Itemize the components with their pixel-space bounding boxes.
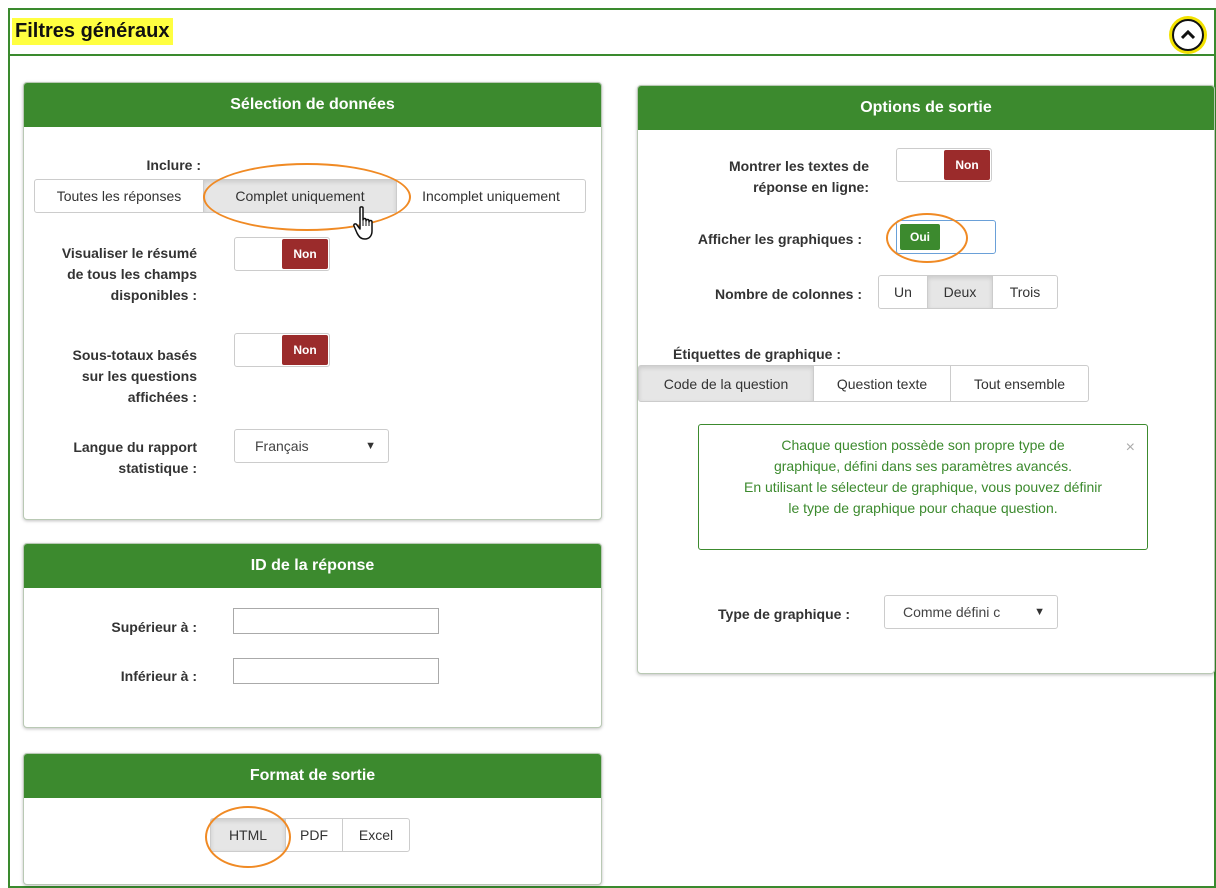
less-than-input[interactable] <box>233 658 439 684</box>
panel-title: ID de la réponse <box>24 544 601 588</box>
panel-title: Format de sortie <box>24 754 601 798</box>
subtotals-label-line-3: affichées : <box>127 389 197 405</box>
graph-labels-all-button[interactable]: Tout ensemble <box>950 365 1089 402</box>
toggle-state: Oui <box>900 224 940 250</box>
summary-label-line-2: de tous les champs <box>67 266 197 282</box>
graph-type-select-value: Comme défini c <box>903 604 1001 620</box>
toggle-state: Non <box>282 335 328 365</box>
columns-button-group: Un Deux Trois <box>878 275 1058 309</box>
format-html-button[interactable]: HTML <box>210 818 286 852</box>
page-title: Filtres généraux <box>12 18 173 45</box>
hand-cursor-icon <box>352 206 380 247</box>
show-graphs-label: Afficher les graphiques : <box>697 231 862 247</box>
graph-labels-button-group: Code de la question Question texte Tout … <box>638 365 1089 402</box>
show-graphs-toggle[interactable]: Oui <box>896 220 996 254</box>
graph-type-label: Type de graphique : <box>718 606 850 622</box>
info-line-1: Chaque question possède son propre type … <box>781 437 1065 453</box>
output-format-panel: Format de sortie HTML PDF Excel <box>23 753 602 885</box>
info-line-2: graphique, défini dans ses paramètres av… <box>773 458 1073 474</box>
greater-than-input[interactable] <box>233 608 439 634</box>
graph-labels-text-button[interactable]: Question texte <box>813 365 951 402</box>
include-incomplete-button[interactable]: Incomplet uniquement <box>396 179 586 213</box>
columns-three-button[interactable]: Trois <box>992 275 1058 309</box>
response-id-panel: ID de la réponse Supérieur à : Inférieur… <box>23 543 602 728</box>
subtotals-toggle[interactable]: Non <box>234 333 330 367</box>
greater-than-label: Supérieur à : <box>111 619 197 635</box>
language-label-line-1: Langue du rapport <box>73 439 197 455</box>
format-pdf-button[interactable]: PDF <box>285 818 343 852</box>
subtotals-label-line-1: Sous-totaux basés <box>72 347 197 363</box>
panel-title: Options de sortie <box>638 86 1214 130</box>
summary-label-line-3: disponibles : <box>110 287 197 303</box>
info-line-3: En utilisant le sélecteur de graphique, … <box>744 479 1102 495</box>
language-select-value: Français <box>255 438 309 454</box>
language-select[interactable]: Français ▼ <box>234 429 389 463</box>
caret-down-icon: ▼ <box>365 440 376 452</box>
include-all-button[interactable]: Toutes les réponses <box>34 179 204 213</box>
toggle-state: Non <box>944 150 990 180</box>
chevron-up-icon <box>1180 27 1196 43</box>
include-label: Inclure : <box>146 157 201 173</box>
caret-down-icon: ▼ <box>1034 606 1045 618</box>
columns-label: Nombre de colonnes : <box>714 286 862 302</box>
graph-type-select[interactable]: Comme défini c ▼ <box>884 595 1058 629</box>
language-label-line-2: statistique : <box>118 460 197 476</box>
format-button-group: HTML PDF Excel <box>210 818 410 852</box>
inline-text-label-line-1: Montrer les textes de <box>728 158 869 174</box>
panel-title: Sélection de données <box>24 83 601 127</box>
summary-toggle[interactable]: Non <box>234 237 330 271</box>
graph-labels-code-button[interactable]: Code de la question <box>638 365 814 402</box>
info-line-4: le type de graphique pour chaque questio… <box>788 500 1058 516</box>
output-options-panel: Options de sortie Montrer les textes de … <box>637 85 1215 674</box>
summary-label-line-1: Visualiser le résumé <box>61 245 197 261</box>
collapse-button[interactable] <box>1172 19 1204 51</box>
less-than-label: Inférieur à : <box>120 668 197 684</box>
columns-one-button[interactable]: Un <box>878 275 928 309</box>
graph-labels-label: Étiquettes de graphique : <box>673 346 842 362</box>
columns-two-button[interactable]: Deux <box>927 275 993 309</box>
filters-header: Filtres généraux <box>10 10 1216 56</box>
close-icon[interactable]: × <box>1126 437 1135 458</box>
subtotals-label-line-2: sur les questions <box>81 368 197 384</box>
toggle-state: Non <box>282 239 328 269</box>
info-alert: Chaque question possède son propre type … <box>698 424 1148 550</box>
data-selection-panel: Sélection de données Inclure : Toutes le… <box>23 82 602 520</box>
inline-text-toggle[interactable]: Non <box>896 148 992 182</box>
format-excel-button[interactable]: Excel <box>342 818 410 852</box>
include-button-group: Toutes les réponses Complet uniquement I… <box>34 179 586 213</box>
inline-text-label-line-2: réponse en ligne: <box>753 179 869 195</box>
